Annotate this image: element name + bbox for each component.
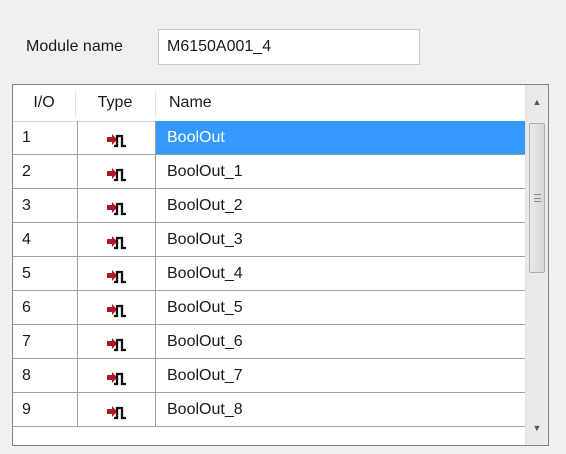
io-cell: 8 (13, 359, 78, 393)
digital-output-pulse-icon (106, 400, 128, 420)
module-name-label: Module name (26, 38, 123, 55)
scroll-down-arrow-icon[interactable]: ▼ (526, 415, 548, 441)
digital-output-pulse-icon (106, 366, 128, 386)
table-row[interactable]: 6 BoolOut_5 (13, 291, 526, 325)
io-cell: 9 (13, 393, 78, 427)
grip-icon (533, 194, 541, 202)
name-cell[interactable]: BoolOut_2 (156, 189, 526, 223)
column-header-io[interactable]: I/O (13, 85, 75, 121)
digital-output-pulse-icon (106, 128, 128, 148)
vertical-scrollbar[interactable]: ▲ ▼ (525, 85, 548, 445)
io-cell: 1 (13, 121, 78, 155)
digital-output-pulse-icon (106, 162, 128, 182)
io-cell: 3 (13, 189, 78, 223)
table-row[interactable]: 4 BoolOut_3 (13, 223, 526, 257)
column-header-name[interactable]: Name (155, 85, 525, 121)
io-cell: 6 (13, 291, 78, 325)
digital-output-pulse-icon (106, 264, 128, 284)
io-cell: 7 (13, 325, 78, 359)
type-cell (78, 291, 156, 325)
type-cell (78, 257, 156, 291)
name-cell[interactable]: BoolOut_5 (156, 291, 526, 325)
io-cell: 2 (13, 155, 78, 189)
grid-header: I/O Type Name (13, 85, 526, 122)
table-row[interactable]: 2 BoolOut_1 (13, 155, 526, 189)
table-row[interactable]: 3 BoolOut_2 (13, 189, 526, 223)
type-cell (78, 121, 156, 155)
type-cell (78, 223, 156, 257)
digital-output-pulse-icon (106, 196, 128, 216)
type-cell (78, 155, 156, 189)
name-cell[interactable]: BoolOut_3 (156, 223, 526, 257)
digital-output-pulse-icon (106, 332, 128, 352)
name-cell[interactable]: BoolOut_6 (156, 325, 526, 359)
io-cell: 5 (13, 257, 78, 291)
column-header-type[interactable]: Type (75, 85, 155, 121)
table-row[interactable]: 1 BoolOut (13, 121, 526, 155)
table-row[interactable]: 8 BoolOut_7 (13, 359, 526, 393)
name-cell[interactable]: BoolOut_7 (156, 359, 526, 393)
type-cell (78, 359, 156, 393)
module-name-input[interactable]: M6150A001_4 (158, 29, 420, 65)
table-row[interactable]: 7 BoolOut_6 (13, 325, 526, 359)
table-row[interactable]: 9 BoolOut_8 (13, 393, 526, 427)
type-cell (78, 393, 156, 427)
type-cell (78, 189, 156, 223)
name-cell[interactable]: BoolOut (156, 121, 526, 155)
scrollbar-thumb[interactable] (529, 123, 545, 273)
table-row[interactable]: 5 BoolOut_4 (13, 257, 526, 291)
grid-rows: 1 BoolOut 2 BoolOut_1 3 BoolOut_2 4 BoolOut_3 5 B… (13, 121, 526, 427)
digital-output-pulse-icon (106, 298, 128, 318)
type-cell (78, 325, 156, 359)
scroll-up-arrow-icon[interactable]: ▲ (526, 89, 548, 115)
name-cell[interactable]: BoolOut_4 (156, 257, 526, 291)
io-cell: 4 (13, 223, 78, 257)
name-cell[interactable]: BoolOut_1 (156, 155, 526, 189)
name-cell[interactable]: BoolOut_8 (156, 393, 526, 427)
io-grid: I/O Type Name 1 BoolOut 2 BoolOut_1 3 BoolOut… (12, 84, 549, 446)
digital-output-pulse-icon (106, 230, 128, 250)
